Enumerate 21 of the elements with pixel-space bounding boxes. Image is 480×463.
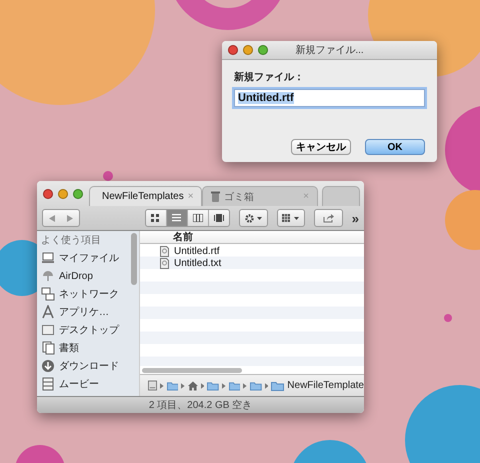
status-bar: 2 項目、204.2 GB 空き (37, 396, 364, 413)
tab[interactable]: NewFileTemplates × (89, 186, 202, 206)
sidebar-heading: よく使う項目 (41, 234, 102, 247)
tab[interactable]: ゴミ箱 × (202, 186, 318, 206)
file-name[interactable]: Untitled.txt (174, 258, 222, 270)
file-name[interactable]: Untitled.rtf (174, 246, 220, 257)
field-label: 新規ファイル： (234, 70, 305, 84)
sidebar-item[interactable]: アプリケ… (41, 305, 129, 319)
ok-button[interactable]: OK (365, 139, 425, 155)
sidebar-item[interactable]: ネットワーク (41, 287, 129, 301)
window-title: 新規ファイル... (295, 44, 364, 57)
cancel-button[interactable]: キャンセル (291, 139, 351, 155)
overflow-button[interactable]: » (352, 210, 359, 226)
sidebar-item[interactable]: ダウンロード (41, 359, 129, 373)
sidebar-item[interactable]: マイファイル (41, 251, 129, 265)
sidebar-item[interactable]: AirDrop (41, 269, 129, 283)
column-header[interactable]: 名前 (140, 231, 364, 244)
sidebar-item[interactable]: ムービー (41, 377, 129, 391)
sidebar-item[interactable]: デスクトップ (41, 323, 129, 337)
input-field[interactable]: Untitled.rtf (234, 89, 425, 107)
sidebar-item[interactable]: 書類 (41, 341, 129, 355)
